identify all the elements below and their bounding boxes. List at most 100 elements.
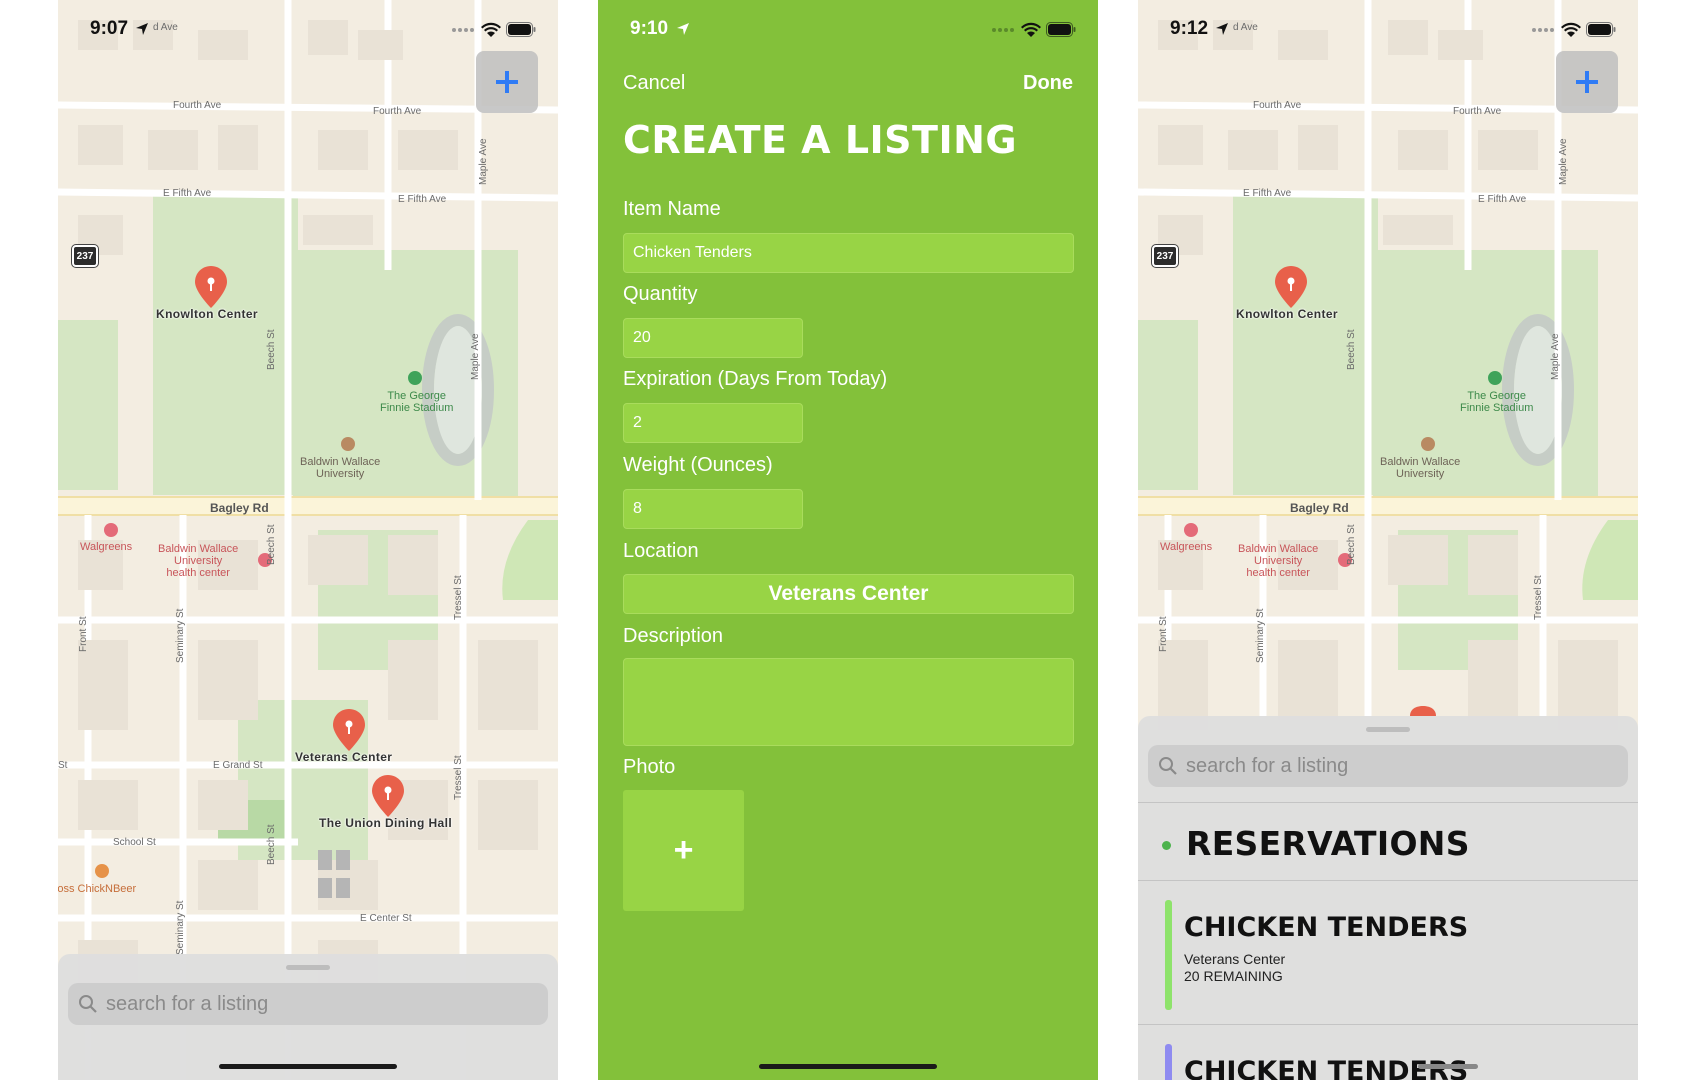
home-indicator[interactable] [219, 1064, 397, 1069]
street-label-maple-ave-2: Maple Ave [478, 138, 489, 185]
poi-walgreens-label: Walgreens [1160, 541, 1213, 553]
street-label-school-st: School St [113, 837, 156, 848]
divider [1138, 802, 1638, 803]
location-arrow-icon [677, 23, 689, 35]
street-label-beech-st: Beech St [1346, 329, 1357, 370]
pin-label-union: The Union Dining Hall [319, 816, 453, 830]
add-photo-button[interactable]: + [623, 790, 744, 911]
status-bar: 9:12 [1138, 18, 1638, 42]
search-icon [1159, 757, 1177, 775]
signal-icon [1532, 28, 1554, 32]
search-icon [79, 995, 97, 1013]
poi-walgreens-label: Walgreens [80, 541, 133, 553]
description-label: Description [623, 625, 724, 647]
plus-icon [496, 71, 518, 93]
done-button[interactable]: Done [1023, 72, 1073, 95]
quantity-label: Quantity [623, 283, 698, 305]
street-label-grand-st: E Grand St [213, 760, 263, 771]
battery-icon [506, 22, 536, 37]
route-shield: 237 [1152, 245, 1178, 267]
search-input[interactable]: search for a listing [1148, 745, 1628, 787]
search-sheet[interactable]: search for a listing [58, 954, 558, 1080]
item-name-field[interactable]: Chicken Tenders [623, 233, 1074, 273]
poi-health-center-label: Baldwin Wallace University health center [158, 543, 239, 579]
street-label-tressel-st: Tressel St [453, 575, 464, 620]
add-listing-button[interactable] [476, 51, 538, 113]
status-time: 9:12 [1170, 18, 1209, 39]
photo-label: Photo [623, 756, 676, 778]
quantity-field[interactable]: 20 [623, 318, 803, 358]
add-listing-button[interactable] [1556, 51, 1618, 113]
pin-label-knowlton: Knowlton Center [156, 307, 258, 321]
divider [1138, 880, 1638, 881]
expiration-label: Expiration (Days From Today) [623, 368, 888, 390]
route-shield: 237 [72, 245, 98, 267]
search-input[interactable]: search for a listing [68, 983, 548, 1025]
reservation-color-bar [1165, 900, 1172, 1010]
poi-university-label: Baldwin Wallace University [300, 456, 381, 480]
location-label: Location [623, 540, 699, 562]
cancel-button[interactable]: Cancel [623, 72, 685, 95]
weight-label: Weight (Ounces) [623, 454, 773, 476]
street-label-st-fragment: St [58, 760, 68, 771]
street-label-seminary-st: Seminary St [175, 608, 186, 663]
status-bar: 9:07 [58, 18, 558, 42]
battery-icon [1586, 22, 1616, 37]
pin-label-veterans: Veterans Center [295, 750, 393, 764]
street-label-seminary-st: Seminary St [1255, 608, 1266, 663]
poi-university-label: Baldwin Wallace University [1380, 456, 1461, 480]
listing-sheet[interactable]: search for a listing RESERVATIONS CHICKE… [1138, 716, 1638, 1080]
wifi-icon [1561, 22, 1581, 37]
street-label-fifth-ave-2: E Fifth Ave [1478, 194, 1527, 205]
wifi-icon [1021, 22, 1041, 37]
map-pin-union[interactable] [370, 773, 406, 821]
plus-icon [1576, 71, 1598, 93]
street-label-bagley-rd: Bagley Rd [210, 501, 269, 515]
map-pin-knowlton[interactable] [1273, 264, 1309, 312]
description-field[interactable] [623, 658, 1074, 746]
map-pin-veterans[interactable] [331, 707, 367, 755]
divider [1138, 1024, 1638, 1025]
poi-stadium-label: The George Finnie Stadium [380, 390, 454, 414]
poi-health-center-label: Baldwin Wallace University health center [1238, 543, 1319, 579]
item-name-label: Item Name [623, 198, 721, 220]
campus-map[interactable]: Fourth Ave Fourth Ave E Fifth Ave E Fift… [58, 0, 558, 1080]
street-label-maple-ave-2: Maple Ave [1558, 138, 1569, 185]
battery-icon [1046, 22, 1076, 37]
reservation-remaining: 20 REMAINING [1184, 968, 1283, 984]
street-label-fifth-ave: E Fifth Ave [163, 188, 212, 199]
map-pin-knowlton[interactable] [193, 264, 229, 312]
home-indicator[interactable] [759, 1064, 937, 1069]
reservations-heading: RESERVATIONS [1186, 824, 1470, 863]
sheet-grabber[interactable] [286, 965, 330, 970]
street-label-beech-st-2: Beech St [266, 524, 277, 565]
search-placeholder: search for a listing [1186, 754, 1349, 777]
poi-chickenbeer-label: Boss ChickNBeer [58, 883, 137, 895]
status-time: 9:07 [90, 18, 129, 39]
section-dot-icon [1162, 841, 1171, 850]
wifi-icon [481, 22, 501, 37]
signal-icon [452, 28, 474, 32]
map-screen-right: Fourth Ave Fourth Ave E Fifth Ave E Fift… [1138, 0, 1638, 1080]
street-label-fifth-ave: E Fifth Ave [1243, 188, 1292, 199]
pin-label-knowlton: Knowlton Center [1236, 307, 1338, 321]
street-label-beech-st-3: Beech St [266, 824, 277, 865]
expiration-field[interactable]: 2 [623, 403, 803, 443]
poi-stadium-label: The George Finnie Stadium [1460, 390, 1534, 414]
add-photo-plus-icon: + [673, 831, 694, 869]
street-label-maple-ave: Maple Ave [470, 333, 481, 380]
weight-field[interactable]: 8 [623, 489, 803, 529]
street-label-center-st: E Center St [360, 913, 412, 924]
home-indicator[interactable] [1418, 1064, 1478, 1069]
street-label-seminary-st-2: Seminary St [175, 900, 186, 955]
location-picker[interactable]: Veterans Center [623, 574, 1074, 614]
street-label-beech-st-2: Beech St [1346, 524, 1357, 565]
sheet-grabber[interactable] [1366, 727, 1410, 732]
street-label-maple-ave: Maple Ave [1550, 333, 1561, 380]
street-label-front-st: Front St [1158, 616, 1169, 652]
street-label-bagley-rd: Bagley Rd [1290, 501, 1349, 515]
search-placeholder: search for a listing [106, 992, 269, 1015]
signal-icon [992, 28, 1014, 32]
street-label-fourth-ave-2: Fourth Ave [373, 106, 422, 117]
status-time: 9:10 [630, 18, 669, 39]
